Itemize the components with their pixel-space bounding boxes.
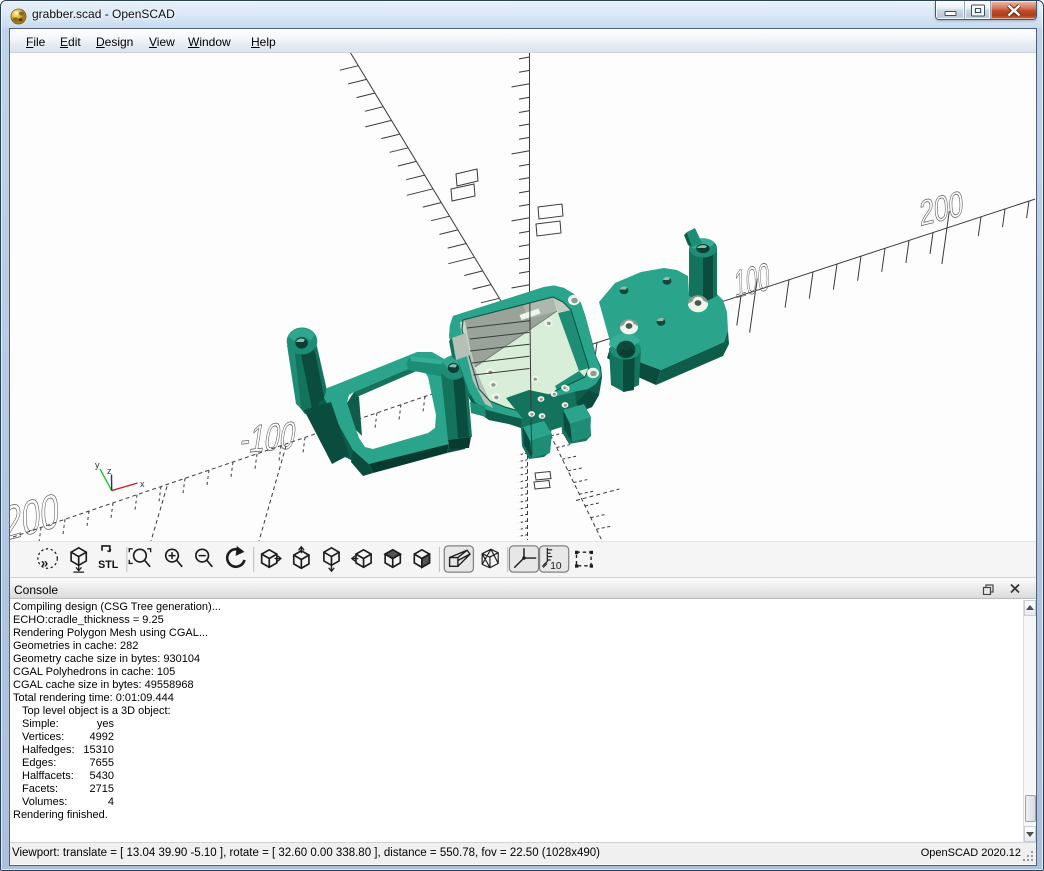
svg-text:200: 200: [10, 482, 59, 541]
svg-text:z: z: [107, 466, 112, 476]
svg-text:x: x: [140, 479, 145, 489]
svg-text:STL: STL: [98, 559, 119, 571]
svg-text:100: 100: [734, 255, 771, 307]
svg-text:y: y: [95, 460, 100, 470]
svg-text:10: 10: [550, 561, 562, 572]
svg-text:200: 200: [919, 182, 964, 234]
svg-text:-100: -100: [238, 414, 299, 462]
svg-text:»: »: [41, 555, 49, 570]
